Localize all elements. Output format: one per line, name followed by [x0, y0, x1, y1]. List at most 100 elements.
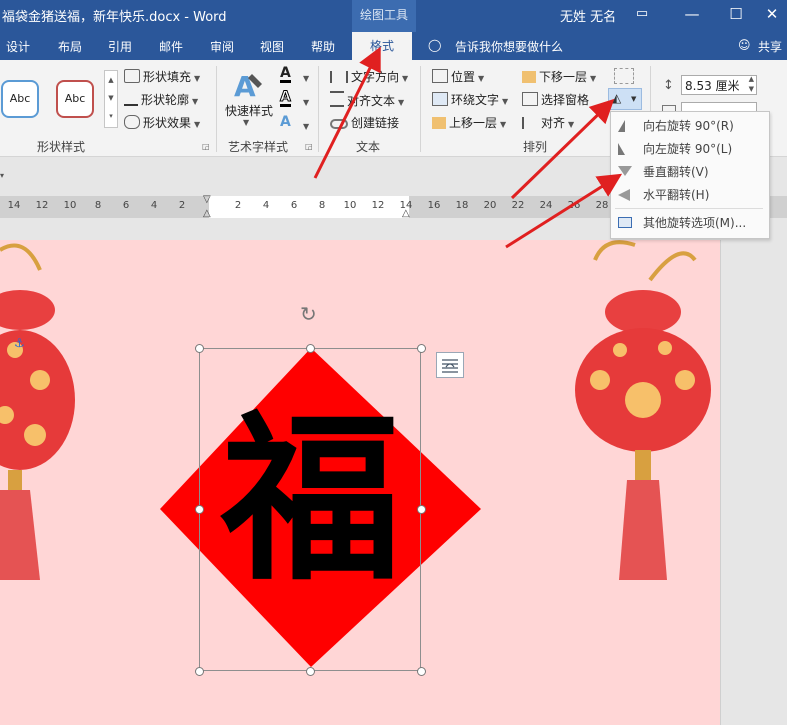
drawing-tools-context-label: 绘图工具	[352, 0, 416, 32]
tab-design[interactable]: 设计	[6, 38, 30, 55]
menu-item-rotate-left[interactable]: 向左旋转 90°(L)	[611, 138, 767, 160]
height-spinner-icon[interactable]: ▲ ▼	[749, 74, 754, 94]
resize-handle-top-right[interactable]	[417, 344, 426, 353]
text-outline-icon[interactable]: A	[280, 90, 291, 107]
flip-horizontal-icon	[618, 189, 630, 201]
shape-fill-button[interactable]: 形状填充 ▼	[124, 68, 200, 85]
anchor-icon: ⚓	[14, 336, 25, 350]
minimize-button[interactable]: —	[672, 0, 712, 30]
resize-handle-bottom[interactable]	[306, 667, 315, 676]
shape-effects-button[interactable]: 形状效果 ▼	[124, 114, 200, 131]
shape-height-value: 8.53 厘米	[685, 79, 740, 93]
document-margin-area	[721, 240, 787, 725]
tab-layout[interactable]: 布局	[58, 38, 82, 55]
ruler-tick-label: 2	[234, 200, 242, 211]
shape-effects-icon	[124, 115, 140, 129]
menu-item-more-rotation[interactable]: 其他旋转选项(M)...	[611, 212, 767, 234]
bring-forward-button[interactable]: 上移一层 ▼	[432, 114, 506, 131]
link-icon	[330, 119, 348, 129]
text-outline-caret-icon: ▼	[303, 98, 310, 107]
resize-handle-top-left[interactable]	[195, 344, 204, 353]
tell-me-search[interactable]: 告诉我你想要做什么	[455, 38, 563, 55]
shape-effects-label: 形状效果	[143, 116, 192, 130]
menu-item-flip-horizontal[interactable]: 水平翻转(H)	[611, 184, 767, 206]
lucky-bag-left-image[interactable]	[0, 240, 80, 600]
resize-handle-right[interactable]	[417, 505, 426, 514]
wrap-text-label: 环绕文字	[451, 93, 500, 107]
bring-forward-label: 上移一层	[449, 116, 498, 130]
selection-frame[interactable]	[199, 348, 421, 671]
shape-style-red[interactable]: Abc	[56, 80, 94, 118]
share-button[interactable]: 共享	[758, 38, 782, 55]
left-indent-marker-icon[interactable]: △	[203, 208, 211, 219]
resize-handle-bottom-left[interactable]	[195, 667, 204, 676]
text-fill-caret-icon: ▼	[303, 74, 310, 83]
text-effects-icon[interactable]: A	[280, 114, 291, 130]
send-backward-button[interactable]: 下移一层 ▼	[522, 68, 596, 85]
resize-handle-bottom-right[interactable]	[417, 667, 426, 676]
ruler-toggle-icon[interactable]: ▾	[0, 171, 4, 180]
wrap-text-icon	[432, 92, 448, 106]
send-backward-label: 下移一层	[539, 70, 588, 84]
selection-pane-icon	[522, 92, 538, 106]
position-button[interactable]: 位置 ▼	[432, 68, 484, 85]
share-icon: ☺	[738, 38, 751, 52]
title-bar: 福袋金猪送福，新年快乐.docx - Word 绘图工具 无姓 无名 ▭ — ☐…	[0, 0, 787, 32]
shape-outline-button[interactable]: 形状轮廓 ▼	[124, 91, 198, 108]
align-text-label: 对齐文本	[347, 94, 396, 108]
maximize-button[interactable]: ☐	[716, 0, 756, 30]
dialog-launcher-icon[interactable]: ◲	[202, 142, 210, 151]
align-button[interactable]: 对齐 ▼	[522, 114, 574, 131]
user-name[interactable]: 无姓 无名	[560, 6, 616, 25]
create-link-label: 创建链接	[351, 116, 400, 130]
ruler-tick-label: 2	[178, 200, 186, 211]
align-text-button[interactable]: 对齐文本 ▼	[330, 91, 404, 109]
tab-references[interactable]: 引用	[108, 38, 132, 55]
create-link-button[interactable]: 创建链接	[330, 114, 399, 131]
tab-help[interactable]: 帮助	[311, 38, 335, 55]
menu-item-rotate-right[interactable]: 向右旋转 90°(R)	[611, 115, 767, 137]
ruler-tick-label: 10	[63, 200, 77, 211]
ruler-tick-label: 8	[318, 200, 326, 211]
shape-style-gallery-scroll[interactable]: ▲ ▼ ▾	[104, 70, 118, 128]
tab-mailings[interactable]: 邮件	[159, 38, 183, 55]
ruler-tick-label: 24	[539, 200, 553, 211]
window-title: 福袋金猪送福，新年快乐.docx - Word	[2, 10, 227, 25]
more-rotation-label: 其他旋转选项(M)...	[643, 216, 747, 230]
ruler-tick-label: 4	[262, 200, 270, 211]
ruler-tick-label: 28	[595, 200, 609, 211]
first-line-indent-marker-icon[interactable]: ▽	[203, 194, 211, 205]
tab-view[interactable]: 视图	[260, 38, 284, 55]
ribbon-display-options-button[interactable]: ▭	[622, 0, 662, 30]
group-objects-icon[interactable]	[614, 68, 634, 84]
selection-pane-button[interactable]: 选择窗格	[522, 91, 589, 108]
tab-format[interactable]: 格式	[352, 32, 412, 60]
shape-style-blue[interactable]: Abc	[1, 80, 39, 118]
menu-item-flip-vertical[interactable]: 垂直翻转(V)	[611, 161, 767, 183]
wordart-styles-group-label: 艺术字样式	[228, 140, 289, 154]
tab-review[interactable]: 审阅	[210, 38, 234, 55]
shape-height-field[interactable]: 8.53 厘米 ▲ ▼	[681, 75, 757, 95]
resize-handle-left[interactable]	[195, 505, 204, 514]
resize-handle-top[interactable]	[306, 344, 315, 353]
rotation-handle-icon[interactable]: ↻	[300, 302, 317, 326]
text-fill-icon[interactable]: A	[280, 66, 291, 83]
align-icon	[522, 117, 538, 129]
shape-height-icon: ↕	[663, 78, 674, 93]
layout-options-button[interactable]	[436, 352, 464, 378]
text-direction-button[interactable]: 文字方向 ▼	[330, 68, 408, 85]
wordart-dialog-launcher-icon[interactable]: ◲	[305, 142, 313, 151]
bring-forward-icon	[432, 117, 446, 129]
selection-pane-label: 选择窗格	[541, 93, 590, 107]
quick-styles-button[interactable]: 快速样式	[225, 102, 273, 119]
rotate-button[interactable]: ◭ ▼	[608, 88, 642, 110]
document-page[interactable]: ⚓ 福 ↻	[0, 240, 721, 725]
right-indent-marker-icon[interactable]: △	[402, 208, 410, 219]
ruler-tick-label: 12	[371, 200, 385, 211]
rotate-caret-icon: ▼	[631, 95, 637, 103]
close-button[interactable]: ✕	[752, 0, 787, 30]
ruler-tick-label: 20	[483, 200, 497, 211]
lucky-bag-right-image[interactable]	[565, 240, 725, 600]
wrap-text-button[interactable]: 环绕文字 ▼	[432, 91, 508, 108]
position-label: 位置	[451, 70, 476, 84]
